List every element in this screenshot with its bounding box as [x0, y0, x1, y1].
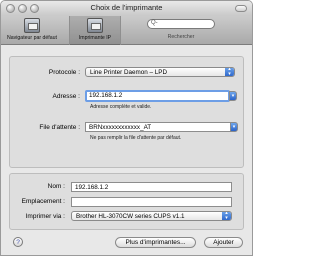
default-browser-tab[interactable]: Navigateur par défaut — [1, 16, 63, 45]
queue-history-button[interactable]: ▾ — [230, 122, 238, 132]
queue-label: File d'attente : — [39, 124, 80, 131]
add-button[interactable]: Ajouter — [204, 237, 243, 248]
more-printers-button[interactable]: Plus d'imprimantes... — [115, 237, 196, 248]
printer-chooser-window: Choix de l'imprimante Navigateur par déf… — [0, 0, 253, 256]
address-label: Adresse : — [52, 93, 80, 100]
protocol-label: Protocole : — [48, 69, 80, 76]
address-hint: Adresse complète et valide. — [90, 104, 152, 110]
ip-printer-tab[interactable]: Imprimante IP — [69, 16, 121, 45]
protocol-value: Line Printer Daemon – LPD — [90, 69, 168, 76]
protocol-popup[interactable]: Line Printer Daemon – LPD ▴ ▾ — [85, 67, 235, 77]
title-bar: Choix de l'imprimante — [1, 1, 252, 16]
queue-value: BRNxxxxxxxxxxxx_AT — [89, 124, 152, 131]
printer-browser-icon — [24, 18, 40, 33]
print-via-value: Brother HL-3070CW series CUPS v1.1 — [76, 213, 185, 220]
address-field[interactable]: 192.168.1.2 — [85, 90, 230, 102]
name-value: 192.168.1.2 — [75, 184, 109, 191]
queue-hint: Ne pas remplir la file d'attente par déf… — [90, 135, 182, 141]
ip-printer-label: Imprimante IP — [78, 35, 112, 41]
popup-arrows-icon: ▴ ▾ — [225, 68, 234, 76]
address-value: 192.168.1.2 — [89, 92, 123, 99]
address-history-button[interactable]: ▾ — [229, 91, 237, 101]
window-title: Choix de l'imprimante — [90, 3, 163, 12]
queue-field[interactable]: BRNxxxxxxxxxxxx_AT — [85, 122, 231, 132]
name-label: Nom : — [47, 183, 65, 190]
location-field[interactable] — [71, 197, 232, 207]
search-label: Rechercher — [167, 34, 195, 40]
search-icon: Q- — [151, 20, 158, 26]
search-input[interactable]: Q- — [147, 19, 215, 29]
toolbar-toggle-button[interactable] — [235, 5, 247, 12]
toolbar: Navigateur par défaut Imprimante IP Q- R… — [1, 16, 252, 45]
default-browser-label: Navigateur par défaut — [7, 35, 57, 41]
print-via-label: Imprimer via : — [25, 213, 65, 220]
location-label: Emplacement : — [21, 198, 65, 205]
popup-arrows-icon: ▴ ▾ — [222, 212, 231, 220]
help-button[interactable]: ? — [13, 237, 23, 247]
ip-printer-icon — [87, 18, 103, 33]
print-via-popup[interactable]: Brother HL-3070CW series CUPS v1.1 ▴ ▾ — [71, 211, 232, 221]
name-field[interactable]: 192.168.1.2 — [71, 182, 232, 192]
